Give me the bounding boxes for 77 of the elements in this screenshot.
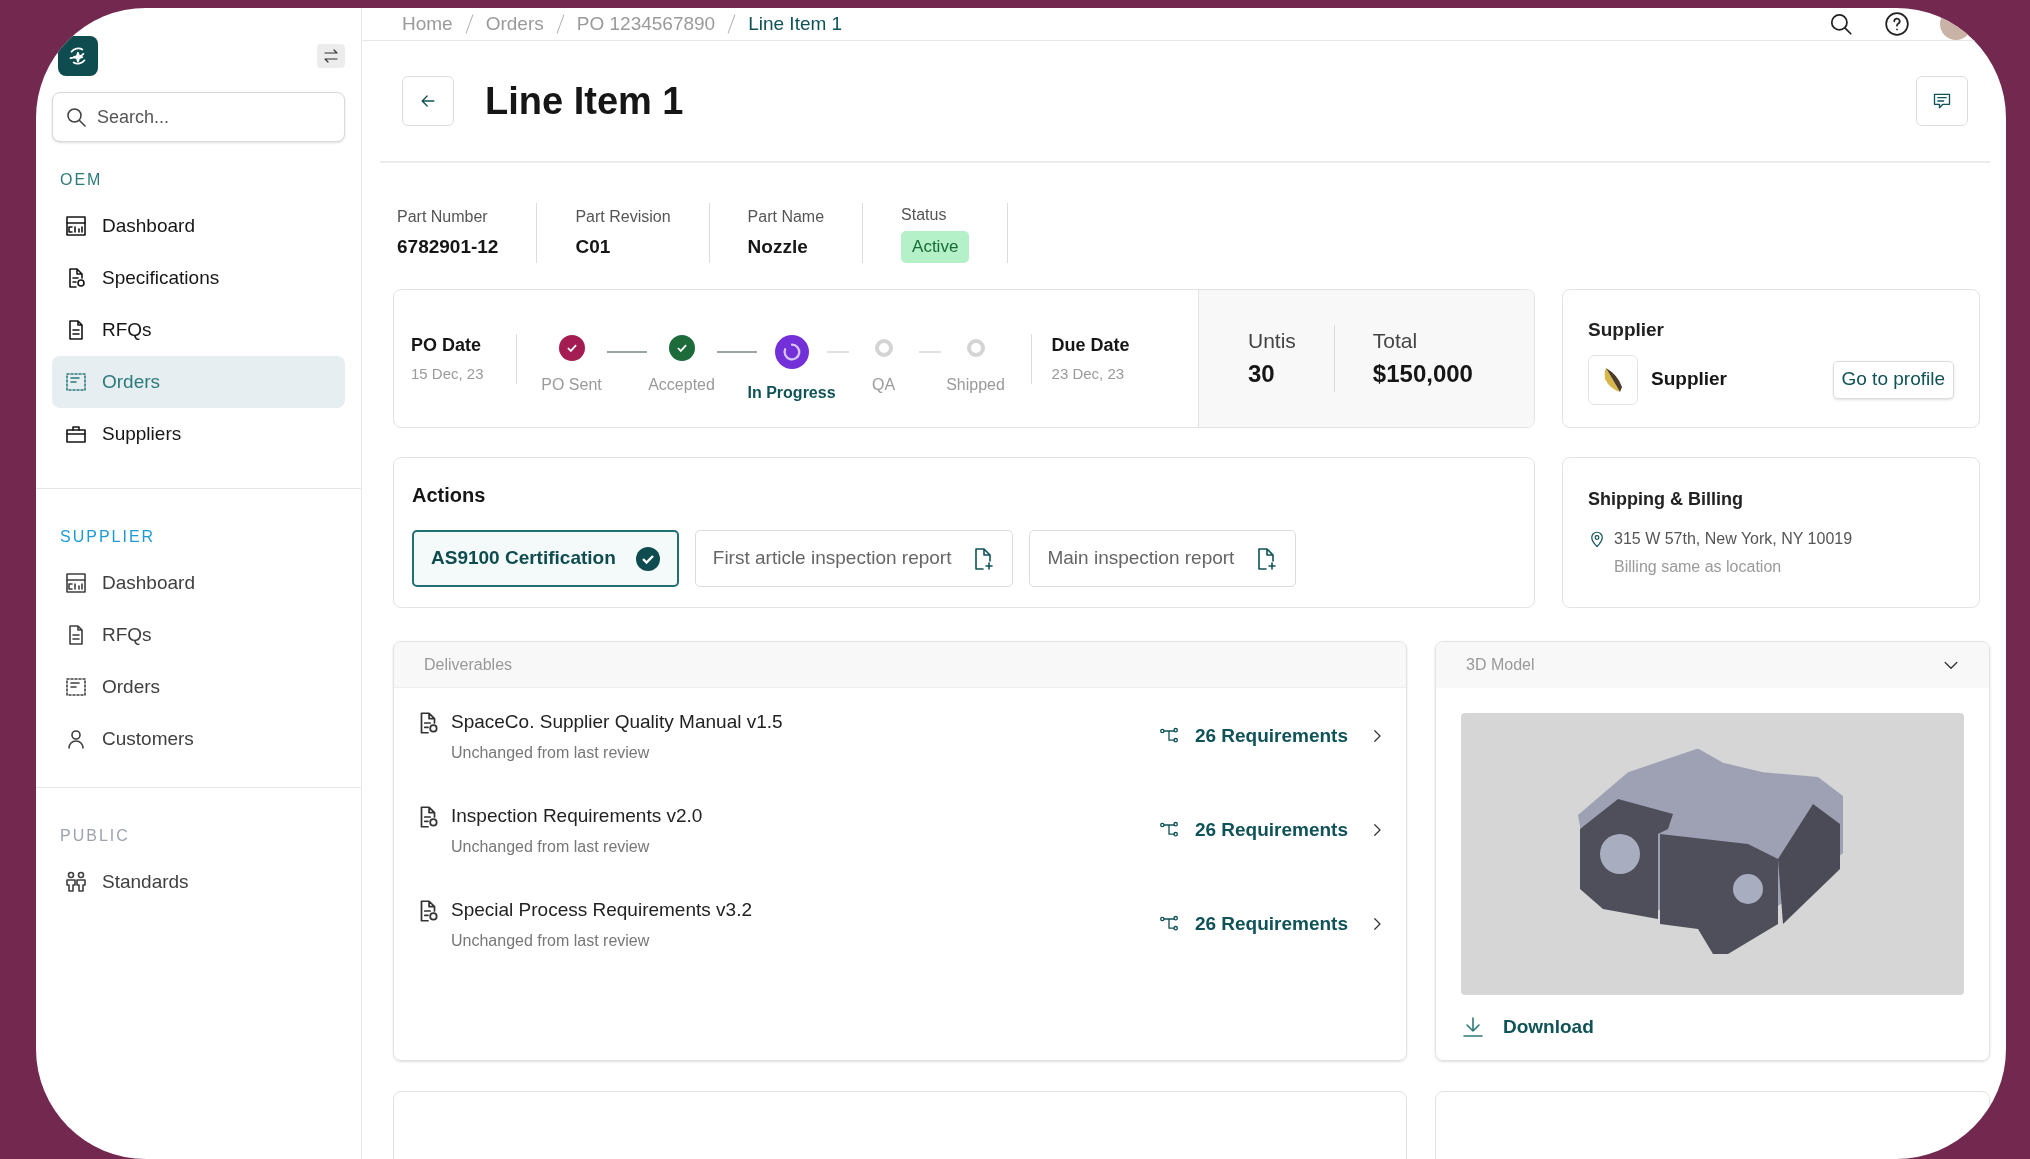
download-link[interactable]: Download (1461, 1013, 1989, 1042)
chat-icon (1932, 91, 1952, 111)
location-pin-icon (1588, 529, 1606, 549)
deliverable-subtitle: Unchanged from last review (451, 930, 651, 951)
nav-item[interactable]: Standards (52, 856, 345, 908)
total-label: Untis (1248, 327, 1296, 354)
action-button[interactable]: AS9100 Certification (412, 530, 679, 587)
date-value: 15 Dec, 23 (411, 363, 484, 384)
step-label: In Progress (747, 382, 836, 403)
date-label: PO Date (411, 333, 483, 357)
requirements-link[interactable]: 26 Requirements (1156, 722, 1386, 751)
nav-item[interactable]: Dashboard (52, 200, 345, 252)
total-value: $150,000 (1372, 359, 1473, 390)
field-label: Part Revision (575, 206, 671, 227)
step-label: QA (872, 374, 896, 395)
card-heading: Actions (412, 483, 487, 508)
status-badge: Active (901, 231, 970, 263)
app-logo[interactable] (58, 36, 98, 76)
supplier-name: Supplier (1651, 367, 1727, 392)
step-label: PO Sent (541, 374, 602, 395)
nav-item[interactable]: Orders (52, 661, 345, 713)
action-button[interactable]: Main inspection report (1029, 530, 1297, 587)
date-label: Due Date (1051, 333, 1130, 357)
swap-arrows-icon (322, 47, 340, 65)
nav-item[interactable]: Orders (52, 356, 345, 408)
address-text: 315 W 57th, New York, NY 10019 (1614, 529, 1853, 549)
nav-item[interactable]: RFQs (52, 609, 345, 661)
search-button[interactable] (1828, 11, 1854, 37)
swap-button[interactable] (317, 44, 345, 68)
field-value: Nozzle (747, 234, 809, 259)
download-icon (1461, 1015, 1485, 1040)
field-label: Part Name (747, 206, 825, 227)
total-label: Total (1372, 327, 1419, 354)
requirements-link[interactable]: 26 Requirements (1156, 910, 1386, 939)
breadcrumb-link[interactable]: Line Item 1 (748, 9, 843, 39)
field-value: 6782901-12 (397, 234, 499, 259)
nav-item[interactable]: RFQs (52, 304, 345, 356)
page-title: Line Item 1 (485, 78, 684, 124)
help-button[interactable] (1884, 11, 1910, 37)
deliverable-title: Special Process Requirements v3.2 (451, 898, 752, 922)
section-heading: OEM (59, 170, 104, 190)
field-label: Status (901, 205, 948, 226)
check-circle-icon (635, 546, 660, 571)
profile-button[interactable]: Go to profile (1832, 360, 1954, 399)
deliverable-subtitle: Unchanged from last review (451, 742, 651, 763)
date-value: 23 Dec, 23 (1051, 363, 1126, 384)
nav-item[interactable]: Suppliers (52, 408, 345, 460)
list-icon (64, 675, 88, 699)
card-heading: 3D Model (1466, 655, 1536, 675)
card-heading: Deliverables (424, 654, 513, 675)
deliverable-subtitle: Unchanged from last review (451, 836, 651, 857)
card-heading: Shipping & Billing (1588, 488, 1744, 511)
step-label: Accepted (648, 374, 715, 395)
dashboard-icon (64, 214, 88, 238)
list-icon (64, 370, 88, 394)
nav-item[interactable]: Dashboard (52, 557, 345, 609)
field-label: Part Number (397, 206, 489, 227)
total-value: 30 (1248, 359, 1276, 390)
search-field[interactable]: Search... (52, 92, 345, 142)
dashboard-icon (64, 571, 88, 595)
action-button[interactable]: First article inspection report (694, 530, 1014, 587)
section-heading: SUPPLIER (59, 527, 157, 547)
card-heading: Supplier (1588, 318, 1665, 342)
deliverable-title: Inspection Requirements v2.0 (451, 804, 703, 828)
deliverable-title: SpaceCo. Supplier Quality Manual v1.5 (451, 710, 783, 734)
search-icon (64, 105, 88, 129)
people-icon (64, 870, 88, 894)
search-icon (1828, 11, 1854, 37)
step-label: Shipped (946, 374, 1005, 395)
field-value: C01 (575, 234, 612, 259)
nav-item[interactable]: Specifications (52, 252, 345, 304)
comment-button[interactable] (1916, 76, 1968, 126)
nav-item[interactable]: Customers (52, 713, 345, 765)
billing-note: Billing same as location (1614, 557, 1783, 577)
help-icon (1884, 11, 1910, 37)
section-heading: PUBLIC (59, 826, 131, 846)
requirements-link[interactable]: 26 Requirements (1156, 816, 1386, 845)
